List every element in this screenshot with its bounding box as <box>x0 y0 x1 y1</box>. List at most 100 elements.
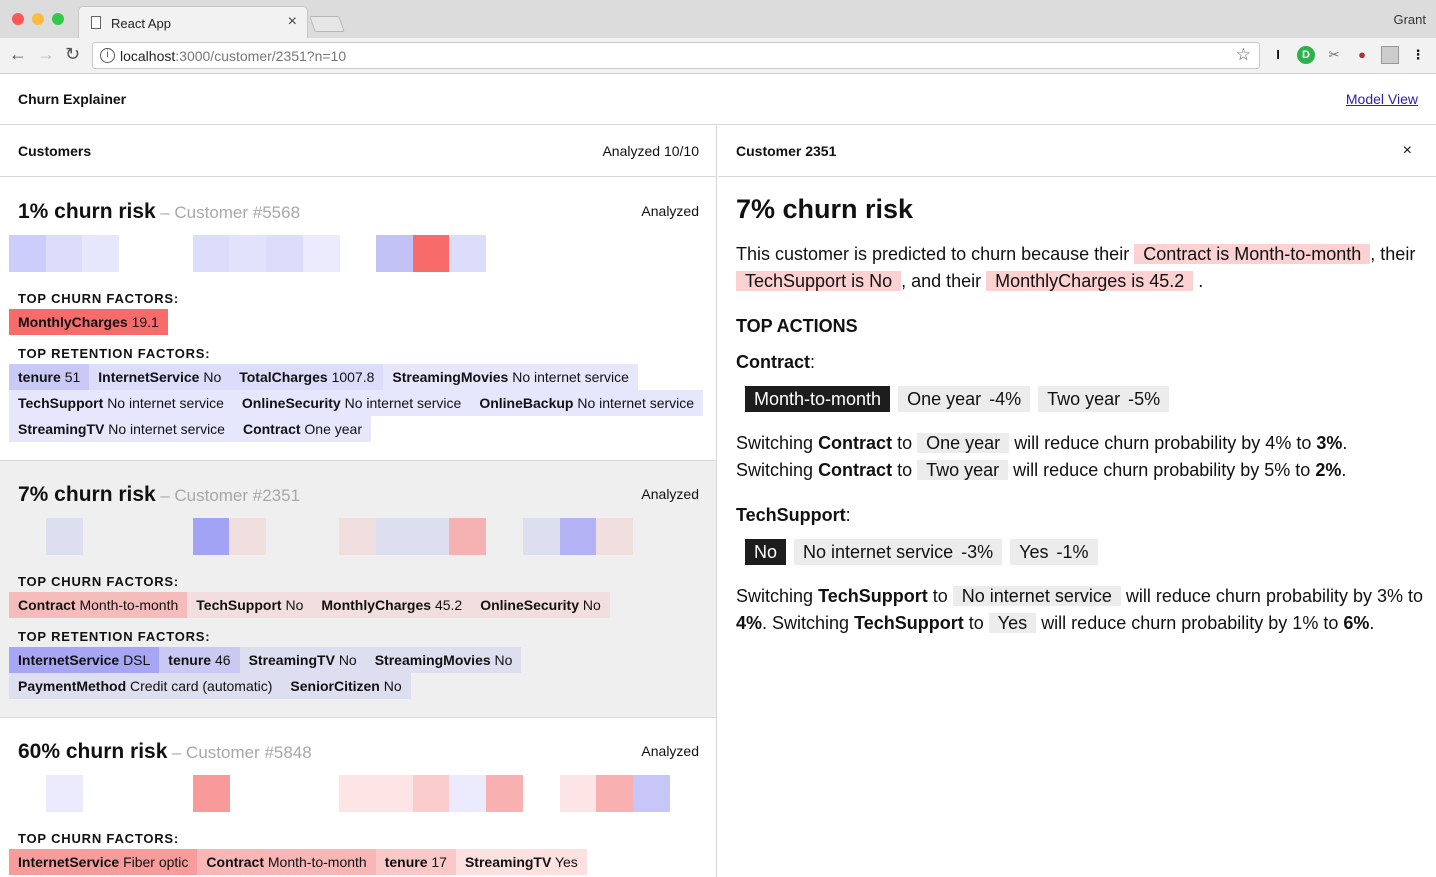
forward-arrow-icon[interactable]: → <box>37 44 55 65</box>
factor-chip: Contract Month-to-month <box>9 592 188 618</box>
heatmap-cell <box>486 775 524 812</box>
heatmap-cell <box>596 775 634 812</box>
heatmap-cell <box>376 775 413 812</box>
factor-chip: tenure 17 <box>375 849 456 875</box>
back-arrow-icon[interactable]: ← <box>9 44 27 65</box>
factor-chip: TotalCharges 1007.8 <box>230 364 384 390</box>
techsupport-option-button[interactable]: Yes -1% <box>1010 539 1098 565</box>
info-icon[interactable]: i <box>100 48 115 63</box>
card-status: Analyzed <box>641 203 699 219</box>
factor-chip: StreamingMovies No <box>365 647 522 673</box>
customer-card-5848[interactable]: 60% churn risk – Customer #5848 Analyzed… <box>0 718 716 877</box>
contract-action-line: Switching Contract to Two year will redu… <box>736 460 1347 480</box>
retention-factors-label: TOP RETENTION FACTORS: <box>18 629 211 644</box>
heatmap-cell <box>596 518 634 555</box>
extension-pin-icon[interactable]: ✂ <box>1325 46 1343 64</box>
factor-chip: OnlineSecurity No internet service <box>232 390 471 416</box>
contract-option-button[interactable]: Month-to-month <box>745 386 891 412</box>
churn-factor-list: InternetService Fiber optic Contract Mont… <box>9 849 709 875</box>
factor-chip: InternetService No <box>89 364 231 390</box>
heatmap-cell <box>449 235 487 272</box>
heatmap-cell <box>45 775 83 812</box>
churn-factors-label: TOP CHURN FACTORS: <box>18 831 180 846</box>
customer-id: – Customer #5848 <box>171 743 312 762</box>
card-title: 60% churn risk – Customer #5848 <box>18 740 312 764</box>
factor-chip: SeniorCitizen No <box>281 673 411 699</box>
browser-tab[interactable]: React App × <box>78 6 308 38</box>
contract-action-line: Switching Contract to One year will redu… <box>736 433 1348 453</box>
extension-square-icon[interactable] <box>1381 46 1399 64</box>
churn-factor-list: Contract Month-to-month TechSupport No Mon… <box>9 592 709 618</box>
address-bar[interactable]: i localhost:3000/customer/2351?n=10 ☆ <box>92 42 1260 69</box>
url-text[interactable]: localhost:3000/customer/2351?n=10 <box>120 48 346 64</box>
extension-i-icon[interactable]: I <box>1269 46 1287 64</box>
heatmap-cell <box>412 235 450 272</box>
feature-heatmap <box>0 775 716 812</box>
reason-factor: MonthlyCharges is 45.2 <box>986 271 1194 291</box>
churn-factors-label: TOP CHURN FACTORS: <box>18 574 180 589</box>
techsupport-option-button[interactable]: No <box>745 539 787 565</box>
reload-icon[interactable]: ↻ <box>65 44 80 65</box>
browser-toolbar: ← → ↻ i localhost:3000/customer/2351?n=1… <box>0 38 1436 74</box>
document-icon <box>91 16 101 29</box>
option-chip[interactable]: One year <box>917 433 1010 453</box>
extension-green-icon[interactable]: D <box>1297 46 1315 64</box>
heatmap-cell <box>9 235 46 272</box>
customer-list-title: Customers <box>18 143 92 159</box>
close-icon[interactable]: × <box>1403 142 1412 160</box>
customer-detail-header: Customer 2351 × <box>718 126 1436 177</box>
heatmap-cell <box>376 518 413 555</box>
customer-detail-title: Customer 2351 <box>736 143 837 159</box>
factor-chip: StreamingMovies No internet service <box>383 364 638 390</box>
techsupport-option-button[interactable]: No internet service -3% <box>794 539 1003 565</box>
customer-card-5568[interactable]: 1% churn risk – Customer #5568 Analyzed … <box>0 178 716 461</box>
contract-option-button[interactable]: Two year -5% <box>1038 386 1170 412</box>
heatmap-cell <box>229 235 267 272</box>
factor-chip: Contract One year <box>233 416 372 442</box>
heatmap-cell <box>192 775 230 812</box>
profile-name[interactable]: Grant <box>1393 12 1426 27</box>
factor-chip: tenure 51 <box>9 364 90 390</box>
bookmark-star-icon[interactable]: ☆ <box>1236 45 1251 65</box>
close-window-button[interactable] <box>12 13 24 25</box>
top-actions-heading: TOP ACTIONS <box>736 316 858 336</box>
customer-id: – Customer #5568 <box>160 203 301 222</box>
factor-chip: PaymentMethod Credit card (automatic) <box>9 673 282 699</box>
heatmap-cell <box>339 775 377 812</box>
churn-risk: 60% churn risk <box>18 740 168 763</box>
factor-chip: MonthlyCharges 19.1 <box>9 309 168 335</box>
app-title: Churn Explainer <box>18 91 127 107</box>
card-status: Analyzed <box>641 486 699 502</box>
retention-factor-list: InternetService DSL tenure 46 StreamingTV … <box>9 647 709 699</box>
customer-list-header: Customers Analyzed 10/10 <box>0 126 716 177</box>
techsupport-options: No No internet service -3% Yes -1% <box>745 539 1106 565</box>
minimize-window-button[interactable] <box>32 13 44 25</box>
option-chip[interactable]: Yes <box>988 613 1037 633</box>
card-status: Analyzed <box>641 743 699 759</box>
card-title: 7% churn risk – Customer #2351 <box>18 483 300 507</box>
heatmap-cell <box>559 775 597 812</box>
tab-close-button[interactable]: × <box>288 13 297 31</box>
factor-chip: Contract Month-to-month <box>197 849 376 875</box>
contract-heading: Contract: <box>736 352 816 372</box>
new-tab-button[interactable] <box>309 16 345 32</box>
heatmap-cell <box>376 235 413 272</box>
customer-card-2351[interactable]: 7% churn risk – Customer #2351 Analyzed … <box>0 461 716 718</box>
factor-chip: InternetService Fiber optic <box>9 849 198 875</box>
churn-factor-list: MonthlyCharges 19.1 <box>9 309 709 335</box>
analyzed-count: Analyzed 10/10 <box>602 143 699 159</box>
option-chip[interactable]: No internet service <box>952 586 1121 606</box>
menu-dots-icon[interactable]: ⋮ <box>1409 46 1427 64</box>
option-chip[interactable]: Two year <box>917 460 1009 480</box>
model-view-link[interactable]: Model View <box>1346 91 1418 107</box>
contract-option-button[interactable]: One year -4% <box>898 386 1031 412</box>
churn-risk-heading: 7% churn risk <box>736 194 914 224</box>
feature-heatmap <box>0 518 716 555</box>
extension-bug-icon[interactable]: ● <box>1353 46 1371 64</box>
heatmap-cell <box>449 518 487 555</box>
heatmap-cell <box>449 775 487 812</box>
factor-chip: TechSupport No internet service <box>9 390 233 416</box>
zoom-window-button[interactable] <box>52 13 64 25</box>
factor-chip: OnlineBackup No internet service <box>470 390 704 416</box>
heatmap-cell <box>265 235 303 272</box>
